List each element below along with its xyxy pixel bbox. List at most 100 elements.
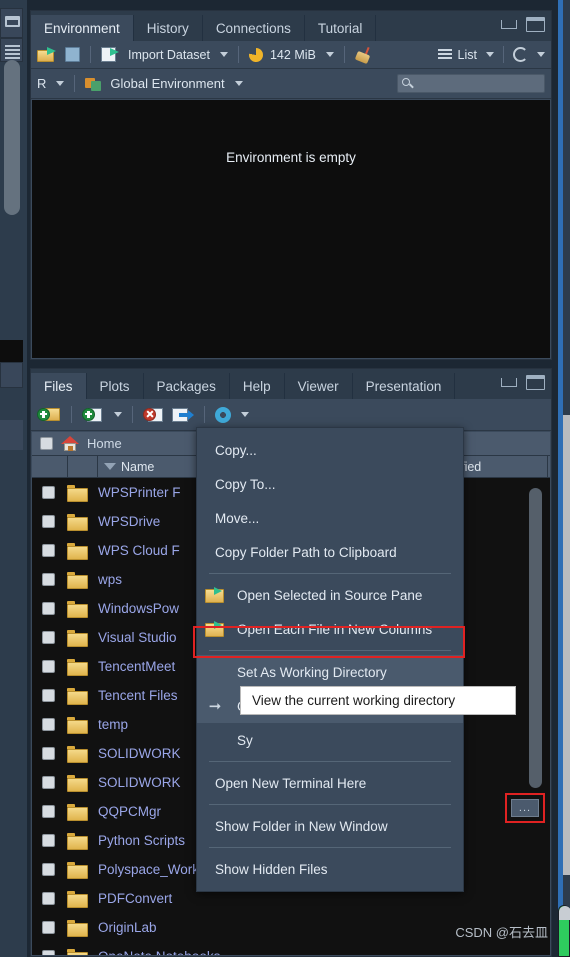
memory-usage-label[interactable]: 142 MiB (270, 48, 316, 62)
file-name[interactable]: Tencent Files (98, 688, 178, 703)
menu-item-copy-folder-path[interactable]: Copy Folder Path to Clipboard (197, 535, 463, 569)
environment-search-input[interactable] (417, 76, 535, 91)
left-pane-stepper[interactable] (0, 362, 23, 388)
view-mode-label[interactable]: List (458, 48, 477, 62)
chevron-down-icon[interactable] (486, 52, 494, 57)
file-name[interactable]: Visual Studio (98, 630, 177, 645)
menu-item-synchronize[interactable]: Sy (197, 723, 463, 757)
row-checkbox[interactable] (42, 515, 55, 528)
minimize-icon[interactable] (501, 20, 517, 29)
row-checkbox[interactable] (42, 805, 55, 818)
maximize-icon[interactable] (5, 16, 20, 27)
row-checkbox[interactable] (42, 631, 55, 644)
delete-icon[interactable] (143, 406, 165, 424)
left-pane-scrollbar[interactable] (4, 60, 20, 215)
left-strip-window-icon-block[interactable] (0, 8, 23, 38)
menu-item-copy-to[interactable]: Copy To... (197, 467, 463, 501)
file-name[interactable]: WPSPrinter F (98, 485, 181, 500)
tab-files[interactable]: Files (31, 373, 87, 399)
view-list-icon[interactable] (437, 49, 452, 60)
file-name[interactable]: temp (98, 717, 128, 732)
global-environment-label[interactable]: Global Environment (110, 76, 224, 91)
row-checkbox[interactable] (42, 689, 55, 702)
table-row[interactable]: OneNote Notebooks (32, 942, 550, 955)
menu-item-open-each-file-in-new-columns[interactable]: Open Each File in New Columns (197, 612, 463, 646)
row-checkbox[interactable] (42, 834, 55, 847)
minimize-icon[interactable] (501, 378, 517, 387)
maximize-icon[interactable] (526, 375, 545, 390)
chevron-down-icon[interactable] (219, 52, 228, 57)
left-pane-wrench-icon[interactable] (0, 420, 23, 450)
maximize-icon[interactable] (526, 17, 545, 32)
row-checkbox[interactable] (42, 544, 55, 557)
breadcrumb-home-label[interactable]: Home (87, 436, 122, 451)
row-checkbox[interactable] (42, 892, 55, 905)
menu-item-open-new-terminal-here[interactable]: Open New Terminal Here (197, 766, 463, 800)
row-checkbox[interactable] (42, 921, 55, 934)
file-name[interactable]: wps (98, 572, 122, 587)
import-dataset-label[interactable]: Import Dataset (128, 48, 210, 62)
row-checkbox[interactable] (42, 776, 55, 789)
tab-plots[interactable]: Plots (86, 373, 144, 399)
new-blank-file-icon[interactable] (82, 406, 104, 424)
files-scrollbar[interactable] (529, 488, 542, 788)
tab-viewer[interactable]: Viewer (284, 373, 353, 399)
chevron-down-icon[interactable] (537, 52, 545, 57)
toolbar-separator (237, 46, 239, 63)
chevron-down-icon[interactable] (56, 81, 65, 86)
menu-item-copy[interactable]: Copy... (197, 433, 463, 467)
import-dataset-icon[interactable] (101, 47, 121, 62)
tab-connections[interactable]: Connections (202, 15, 305, 41)
tab-history[interactable]: History (133, 15, 203, 41)
file-name[interactable]: OneNote Notebooks (98, 949, 220, 955)
menu-item-open-selected-in-source-pane[interactable]: Open Selected in Source Pane (197, 578, 463, 612)
new-folder-icon[interactable] (37, 406, 61, 424)
left-strip-list-icon-block[interactable] (0, 38, 23, 62)
tab-tutorial[interactable]: Tutorial (304, 15, 377, 41)
chevron-down-icon[interactable] (234, 81, 243, 86)
tab-packages[interactable]: Packages (143, 373, 230, 399)
row-checkbox[interactable] (42, 573, 55, 586)
file-name[interactable]: TencentMeet (98, 659, 175, 674)
tab-presentation-label: Presentation (365, 378, 442, 394)
file-name[interactable]: SOLIDWORK (98, 746, 181, 761)
row-checkbox[interactable] (42, 863, 55, 876)
chevron-down-icon[interactable] (325, 52, 334, 57)
row-checkbox[interactable] (42, 718, 55, 731)
green-scrollbar-thumb[interactable] (558, 905, 570, 957)
file-name[interactable]: SOLIDWORK (98, 775, 181, 790)
file-name[interactable]: WPS Cloud F (98, 543, 180, 558)
tab-environment[interactable]: Environment (31, 15, 134, 41)
row-checkbox[interactable] (42, 950, 55, 955)
chevron-down-icon[interactable] (114, 412, 122, 417)
environment-search-box[interactable] (397, 74, 545, 93)
file-name[interactable]: Python Scripts (98, 833, 185, 848)
tab-help[interactable]: Help (229, 373, 285, 399)
refresh-icon[interactable] (513, 47, 528, 62)
select-all-checkbox[interactable] (40, 437, 53, 450)
tab-presentation[interactable]: Presentation (352, 373, 456, 399)
gear-icon[interactable] (215, 406, 231, 423)
file-name[interactable]: WindowsPow (98, 601, 179, 616)
menu-item-move[interactable]: Move... (197, 501, 463, 535)
menu-item-show-hidden-files[interactable]: Show Hidden Files (197, 852, 463, 886)
chevron-down-icon[interactable] (241, 412, 249, 417)
file-name[interactable]: OriginLab (98, 920, 157, 935)
row-checkbox[interactable] (42, 602, 55, 615)
broom-icon[interactable] (354, 46, 375, 64)
open-folder-icon[interactable] (37, 46, 58, 63)
list-icon[interactable] (5, 45, 20, 61)
menu-item-show-folder-in-new-window[interactable]: Show Folder in New Window (197, 809, 463, 843)
file-name[interactable]: PDFConvert (98, 891, 172, 906)
row-checkbox[interactable] (42, 660, 55, 673)
row-checkbox[interactable] (42, 486, 55, 499)
menu-item-set-as-working-directory[interactable]: Set As Working Directory (197, 655, 463, 689)
row-checkbox[interactable] (42, 747, 55, 760)
save-icon[interactable] (65, 47, 80, 62)
toolbar-separator (503, 46, 504, 63)
file-name[interactable]: QQPCMgr (98, 804, 161, 819)
window-scrollbar[interactable] (563, 415, 570, 875)
rename-icon[interactable] (172, 406, 194, 424)
language-selector-label[interactable]: R (37, 76, 46, 91)
file-name[interactable]: WPSDrive (98, 514, 160, 529)
